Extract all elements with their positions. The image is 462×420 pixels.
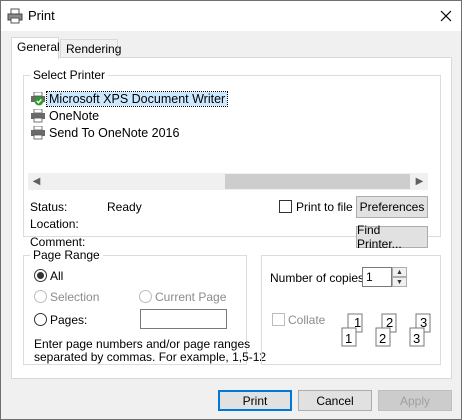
page-range-group: Page Range All Selection Current Page Pa… [23, 248, 266, 365]
number-of-copies-label: Number of copies: [270, 271, 368, 285]
scroll-right-icon[interactable]: ▶ [411, 173, 428, 190]
collate-pages-icon: 1 1 2 2 3 3 [341, 313, 431, 347]
horizontal-scrollbar[interactable]: ◀ ▶ [28, 173, 428, 190]
status-value: Ready [107, 200, 142, 214]
collate-page-2a: 2 [386, 315, 393, 330]
close-icon [440, 10, 452, 22]
printer-item-onenote[interactable]: OneNote [30, 107, 430, 124]
collate-page-1b: 1 [345, 331, 352, 346]
find-printer-button-label: Find Printer... [357, 223, 402, 251]
printer-icon [31, 108, 45, 122]
apply-button[interactable]: Apply [378, 390, 452, 411]
copies-spin-down-icon[interactable]: ▼ [392, 277, 407, 287]
scroll-left-icon[interactable]: ◀ [28, 173, 45, 190]
cancel-button-label: Cancel [316, 393, 354, 408]
status-label: Status: [30, 200, 68, 214]
print-button[interactable]: Print [218, 390, 292, 411]
print-button-label: Print [242, 393, 268, 408]
tab-general-label: General [17, 40, 60, 54]
number-of-copies-value: 1 [366, 270, 373, 284]
window-title: Print [28, 8, 55, 23]
tab-rendering[interactable]: Rendering [60, 39, 122, 58]
print-dialog: Print General Rendering Select Printer M… [0, 0, 462, 420]
collate-checkbox[interactable] [272, 313, 285, 326]
preferences-button[interactable]: Preferences [356, 196, 428, 218]
title-bar: Print [1, 1, 461, 31]
scrollbar-thumb[interactable] [225, 174, 410, 189]
printer-name: OneNote [49, 108, 100, 123]
location-label: Location: [30, 217, 79, 231]
select-printer-group-label: Select Printer [30, 68, 109, 82]
pages-label: Pages: [50, 313, 88, 327]
printer-icon [31, 125, 45, 139]
collate-page-3b: 3 [413, 331, 420, 346]
comment-label: Comment: [30, 235, 86, 249]
tab-rendering-label: Rendering [66, 42, 122, 56]
printer-item-microsoft-xps[interactable]: Microsoft XPS Document Writer [30, 90, 430, 107]
current-page-label: Current Page [155, 290, 227, 304]
printer-list[interactable]: Microsoft XPS Document Writer OneNote Se… [30, 90, 430, 141]
page-range-group-label: Page Range [30, 248, 103, 262]
preferences-button-label: Preferences [359, 200, 425, 214]
collate-label: Collate [288, 313, 326, 327]
pages-radio[interactable] [34, 313, 47, 326]
current-page-radio[interactable] [139, 290, 152, 303]
printer-default-icon [31, 91, 45, 105]
copies-spin-up-icon[interactable]: ▲ [392, 267, 407, 277]
close-button[interactable] [431, 1, 461, 31]
pages-input[interactable] [140, 309, 227, 329]
print-to-file-label: Print to file [296, 200, 353, 214]
printer-icon [7, 8, 23, 24]
print-to-file-checkbox[interactable] [279, 200, 292, 213]
page-range-help-line1: Enter page numbers and/or page ranges [34, 337, 251, 351]
all-label: All [50, 269, 64, 283]
tab-general[interactable]: General [11, 37, 60, 59]
printer-name: Microsoft XPS Document Writer [45, 90, 229, 107]
cancel-button[interactable]: Cancel [298, 390, 372, 411]
collate-page-2b: 2 [379, 331, 386, 346]
selection-label: Selection [50, 290, 100, 304]
page-range-help-line2: separated by commas. For example, 1,5-12 [34, 350, 267, 364]
selection-radio[interactable] [34, 290, 47, 303]
collate-page-1a: 1 [354, 315, 361, 330]
printer-item-send-to-onenote[interactable]: Send To OneNote 2016 [30, 124, 430, 141]
select-printer-group: Select Printer Microsoft XPS Document Wr… [23, 68, 441, 251]
printer-name: Send To OneNote 2016 [49, 125, 180, 140]
all-radio[interactable] [34, 269, 47, 282]
number-of-copies-input[interactable]: 1 [362, 267, 392, 287]
collate-page-3a: 3 [420, 315, 427, 330]
copies-group: Number of copies: 1 ▲ ▼ Collate 1 1 2 2 [261, 255, 441, 365]
tab-panel-general: Select Printer Microsoft XPS Document Wr… [11, 57, 452, 379]
find-printer-button[interactable]: Find Printer... [356, 223, 428, 251]
apply-button-label: Apply [399, 393, 431, 408]
